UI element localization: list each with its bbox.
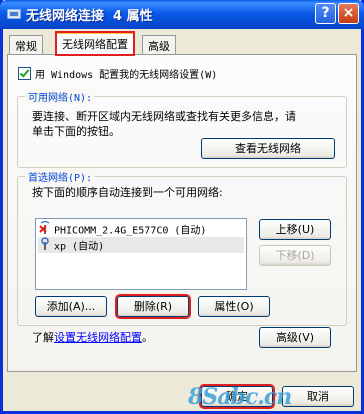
close-button[interactable]: × [338,3,359,24]
site-watermark: 8Sabc.cn [188,384,292,410]
window-title: 无线网络连接 4 属性 [26,9,153,24]
list-item[interactable]: xp (自动) [38,237,244,253]
title-bar[interactable]: 无线网络连接 4 属性 ? × [0,0,364,29]
tab-advanced[interactable]: 高级 [142,35,176,54]
preferred-networks-list[interactable]: PHICOMM_2.4G_E577C0 (自动) xp (自动) [35,218,247,290]
move-down-button[interactable]: 下移(D) [259,245,331,266]
network-name: PHICOMM_2.4G_E577C0 (自动) [54,225,207,237]
available-description-line2: 单击下面的按钮。 [32,125,120,138]
preferred-networks-legend: 首选网络(P): [25,169,96,184]
learn-more-link[interactable]: 设置无线网络配置 [54,331,142,344]
wireless-connected-icon [38,237,54,256]
available-description-line1: 要连接、断开区域内无线网络或查找有关更多信息，请 [32,110,296,123]
learn-more-text: 了解设置无线网络配置。 [32,329,153,345]
checkbox-label: 用 Windows 配置我的无线网络设置(W) [35,70,218,81]
preferred-description: 按下面的顺序自动连接到一个可用网络: [32,186,223,199]
properties-button[interactable]: 属性(O) [198,296,270,317]
cancel-button[interactable]: 取消 [282,386,354,407]
move-up-button[interactable]: 上移(U) [259,219,331,240]
learn-suffix: 。 [142,331,153,344]
checkbox-checked-icon[interactable] [18,67,31,80]
windows-config-checkbox[interactable]: 用 Windows 配置我的无线网络设置(W) [18,66,217,81]
view-wireless-networks-button[interactable]: 查看无线网络 [201,138,335,159]
tab-wireless-config[interactable]: 无线网络配置 [55,31,135,56]
tab-general[interactable]: 常规 [9,35,43,54]
network-adapter-icon [6,6,22,22]
list-item[interactable]: PHICOMM_2.4G_E577C0 (自动) [38,220,244,237]
help-button[interactable]: ? [315,3,336,24]
network-name: xp (自动) [54,241,105,253]
add-button[interactable]: 添加(A)... [35,296,107,317]
available-networks-legend: 可用网络(N): [25,89,96,104]
remove-button[interactable]: 删除(R) [115,294,191,319]
advanced-button[interactable]: 高级(V) [259,327,331,348]
learn-prefix: 了解 [32,331,54,344]
